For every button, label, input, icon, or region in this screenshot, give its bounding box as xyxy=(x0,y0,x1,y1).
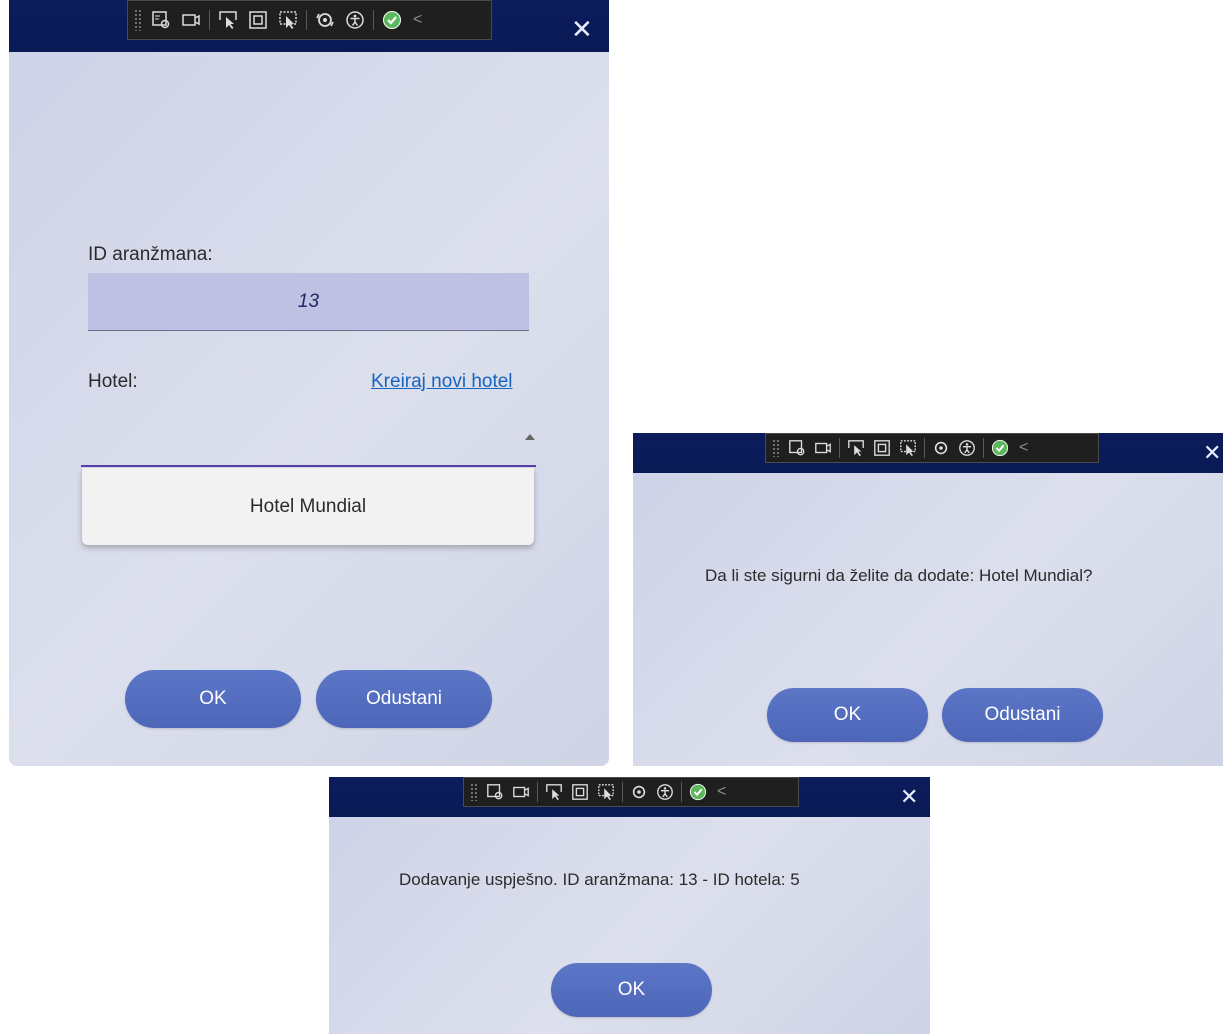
success-dialog-window: < ✕ Dodavanje uspješno. ID aranžmana: 13… xyxy=(329,777,930,1034)
accessibility-icon[interactable] xyxy=(654,780,676,804)
main-dialog-window: < ✕ ID aranžmana: 13 Hotel: Kreiraj novi… xyxy=(9,0,609,766)
frame-icon[interactable] xyxy=(245,8,271,32)
chevron-left-icon[interactable]: < xyxy=(413,11,422,29)
cancel-button[interactable]: Odustani xyxy=(316,670,492,728)
toolbar-separator xyxy=(537,782,538,802)
create-hotel-link[interactable]: Kreiraj novi hotel xyxy=(371,371,513,393)
pointer-icon[interactable] xyxy=(215,8,241,32)
video-icon[interactable] xyxy=(178,8,204,32)
combobox-underline xyxy=(81,465,536,467)
caret-up-icon[interactable] xyxy=(525,434,535,440)
id-aranzmana-field: 13 xyxy=(88,273,529,331)
toolbar-grip-icon[interactable] xyxy=(134,9,142,31)
toolbar-grip-icon[interactable] xyxy=(772,439,780,457)
ok-button[interactable]: OK xyxy=(551,963,712,1017)
check-icon[interactable] xyxy=(687,780,709,804)
toolbar-separator xyxy=(622,782,623,802)
toolbar-separator xyxy=(373,10,374,30)
check-icon[interactable] xyxy=(379,8,405,32)
hot-reload-icon[interactable] xyxy=(930,436,952,460)
success-message: Dodavanje uspješno. ID aranžmana: 13 - I… xyxy=(399,870,800,889)
select-element-icon[interactable] xyxy=(484,780,506,804)
hotel-dropdown-list: Hotel Mundial xyxy=(82,468,534,545)
hot-reload-icon[interactable] xyxy=(312,8,338,32)
toolbar-separator xyxy=(306,10,307,30)
frame-icon[interactable] xyxy=(871,436,893,460)
debug-toolbar: < xyxy=(765,433,1099,463)
confirm-dialog-titlebar: < ✕ xyxy=(633,433,1223,473)
close-icon[interactable]: ✕ xyxy=(571,16,593,42)
success-dialog-titlebar: < ✕ xyxy=(329,777,930,817)
toolbar-separator xyxy=(209,10,210,30)
main-dialog-titlebar: < ✕ xyxy=(9,0,609,52)
toolbar-grip-icon[interactable] xyxy=(470,783,478,801)
frame-icon[interactable] xyxy=(569,780,591,804)
debug-toolbar: < xyxy=(127,0,492,40)
pointer-icon[interactable] xyxy=(845,436,867,460)
confirm-dialog-window: < ✕ Da li ste sigurni da želite da dodat… xyxy=(633,433,1223,766)
chevron-left-icon[interactable]: < xyxy=(1019,439,1028,457)
pointer-icon[interactable] xyxy=(543,780,565,804)
check-icon[interactable] xyxy=(989,436,1011,460)
debug-toolbar: < xyxy=(463,777,799,807)
select-element-icon[interactable] xyxy=(786,436,808,460)
toolbar-separator xyxy=(839,438,840,458)
selection-icon[interactable] xyxy=(595,780,617,804)
selection-icon[interactable] xyxy=(275,8,301,32)
hotel-combobox[interactable] xyxy=(81,415,536,467)
close-icon[interactable]: ✕ xyxy=(1203,442,1221,464)
select-element-icon[interactable] xyxy=(148,8,174,32)
selection-icon[interactable] xyxy=(897,436,919,460)
confirm-message: Da li ste sigurni da želite da dodate: H… xyxy=(705,566,1093,585)
accessibility-icon[interactable] xyxy=(956,436,978,460)
video-icon[interactable] xyxy=(510,780,532,804)
hotel-label: Hotel: xyxy=(88,371,138,392)
ok-button[interactable]: OK xyxy=(767,688,928,742)
id-aranzmana-label: ID aranžmana: xyxy=(88,244,213,265)
toolbar-separator xyxy=(681,782,682,802)
ok-button[interactable]: OK xyxy=(125,670,301,728)
accessibility-icon[interactable] xyxy=(342,8,368,32)
cancel-button[interactable]: Odustani xyxy=(942,688,1103,742)
video-icon[interactable] xyxy=(812,436,834,460)
id-aranzmana-value: 13 xyxy=(297,290,320,312)
hot-reload-icon[interactable] xyxy=(628,780,650,804)
toolbar-separator xyxy=(983,438,984,458)
toolbar-separator xyxy=(924,438,925,458)
dropdown-item-hotel-mundial[interactable]: Hotel Mundial xyxy=(250,496,366,518)
chevron-left-icon[interactable]: < xyxy=(717,783,726,801)
close-icon[interactable]: ✕ xyxy=(900,786,918,808)
